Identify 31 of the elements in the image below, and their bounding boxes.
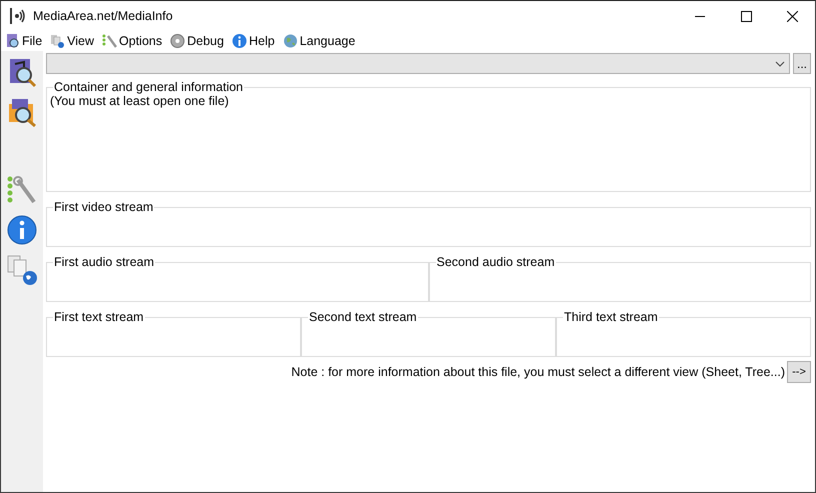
group-title: Third text stream bbox=[563, 310, 659, 324]
info-icon[interactable] bbox=[6, 214, 38, 246]
music-file-icon bbox=[5, 33, 20, 49]
info-text: (You must at least open one file) bbox=[50, 94, 230, 108]
menu-item[interactable]: File bbox=[3, 31, 48, 51]
group-title: Container and general information bbox=[53, 80, 244, 94]
view-icon bbox=[50, 33, 66, 49]
menu-item[interactable]: Help bbox=[230, 31, 281, 51]
group-title: Second text stream bbox=[308, 310, 418, 324]
documents-globe-icon[interactable] bbox=[6, 254, 38, 286]
menu-item[interactable]: View bbox=[48, 31, 100, 51]
folder-search-icon[interactable] bbox=[6, 96, 38, 128]
app-logo-icon bbox=[9, 7, 27, 25]
group-title: First video stream bbox=[53, 200, 154, 214]
close-icon[interactable] bbox=[786, 10, 798, 22]
menu-item[interactable]: Options bbox=[100, 31, 168, 51]
maximize-icon[interactable] bbox=[740, 10, 752, 22]
group-title: First text stream bbox=[53, 310, 145, 324]
browse-button[interactable]: ... bbox=[793, 53, 811, 74]
note-text: Note : for more information about this file, you must select a different view (Sheet, Tree...) bbox=[291, 365, 785, 379]
next-view-button[interactable]: --> bbox=[787, 361, 811, 383]
group-title: Second audio stream bbox=[436, 255, 556, 269]
disc-icon bbox=[170, 33, 186, 49]
menu-item[interactable]: Debug bbox=[168, 31, 230, 51]
globe-icon bbox=[282, 33, 298, 49]
window-title: MediaArea.net/MediaInfo bbox=[33, 9, 174, 23]
group-title: First audio stream bbox=[53, 255, 156, 269]
menu-item[interactable]: Language bbox=[280, 31, 362, 51]
wrench-icon bbox=[102, 33, 118, 49]
chevron-down-icon[interactable] bbox=[775, 60, 785, 66]
info-icon bbox=[232, 33, 247, 49]
